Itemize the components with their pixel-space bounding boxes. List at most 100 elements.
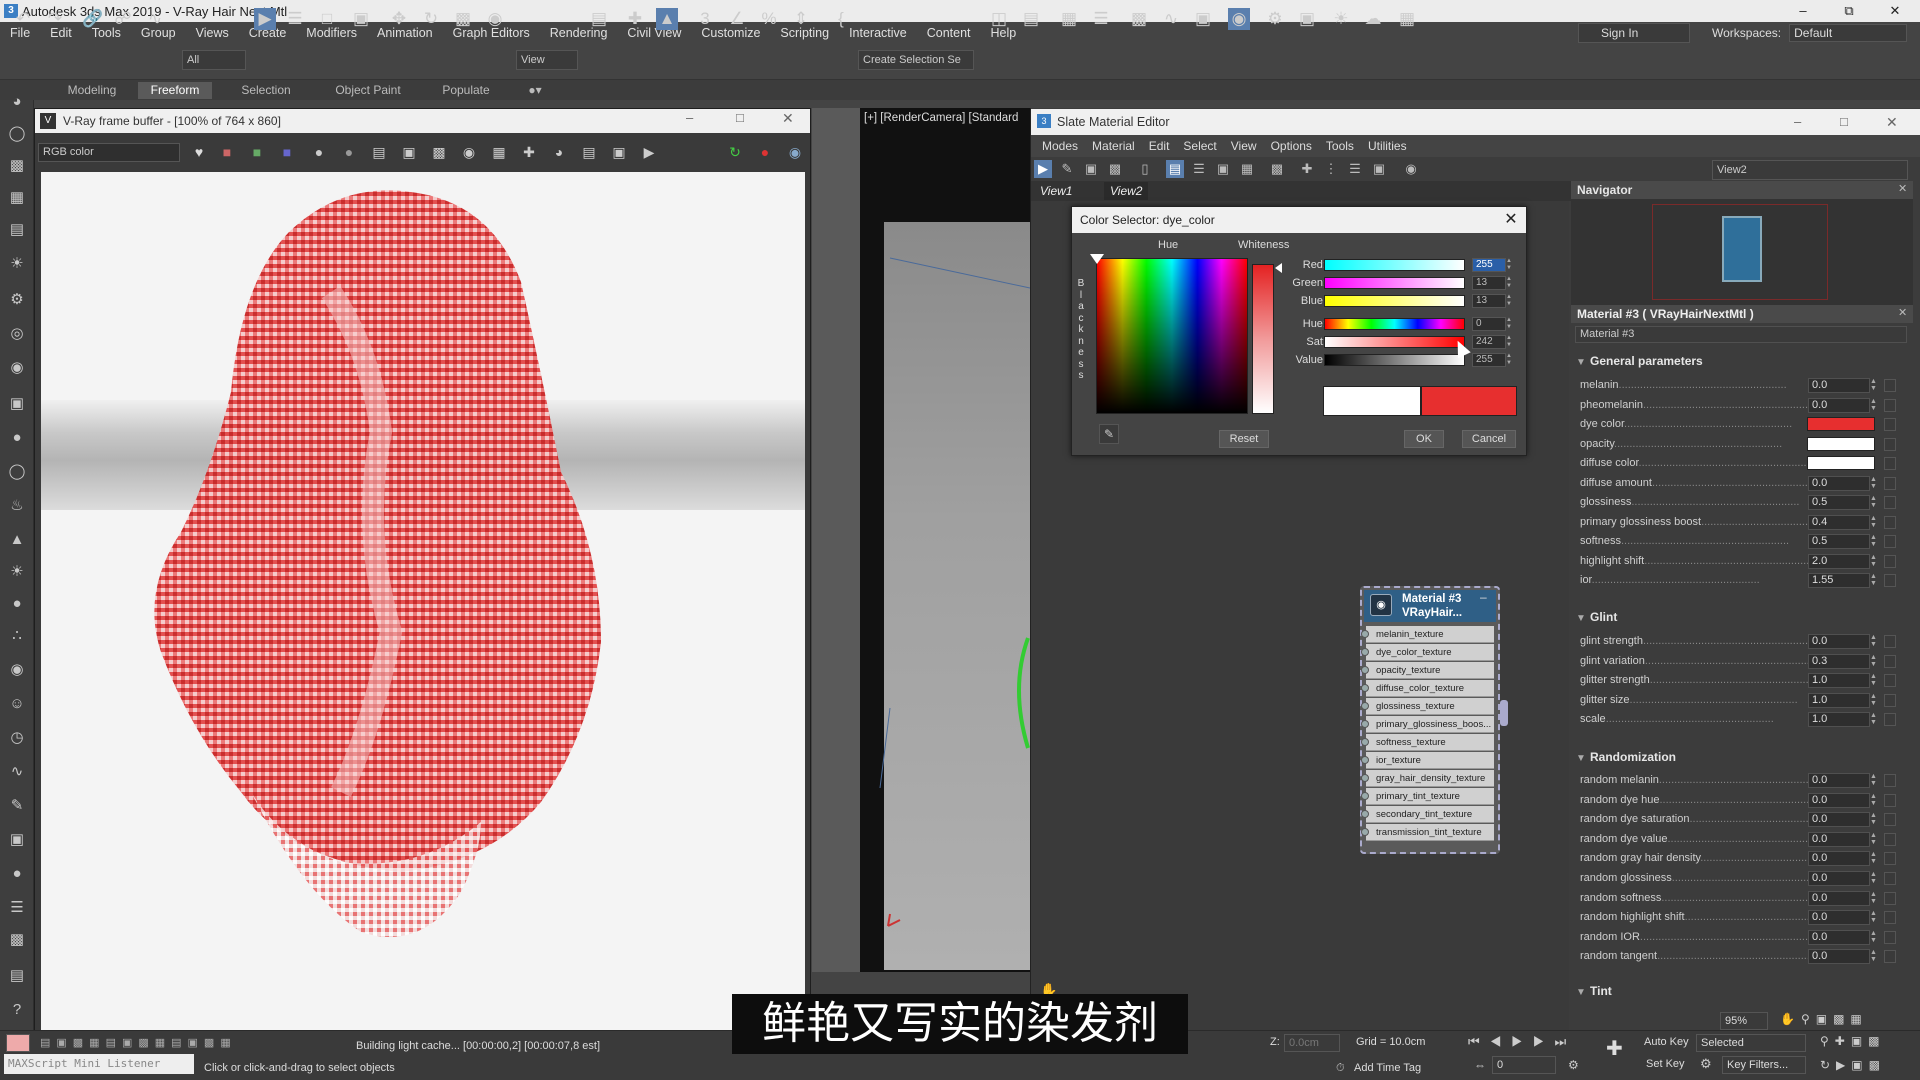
reset-button[interactable]: Reset xyxy=(1219,430,1269,448)
param-map-button[interactable] xyxy=(1884,813,1896,827)
node-collapse-icon[interactable]: – xyxy=(1480,590,1487,604)
vfb-copy-icon[interactable]: ▦ xyxy=(490,143,508,161)
restore-icon[interactable]: ⧉ xyxy=(1826,0,1872,22)
param-map-button[interactable] xyxy=(1884,793,1896,807)
named-selection-set-dropdown[interactable]: Create Selection Se xyxy=(858,50,974,70)
paint-icon[interactable]: ✎ xyxy=(7,796,27,816)
create-cameras-icon[interactable]: ▦ xyxy=(7,188,27,208)
auto-key-button[interactable]: Auto Key xyxy=(1644,1036,1689,1048)
param-map-button[interactable] xyxy=(1884,911,1896,925)
rotate-icon[interactable]: ↻ xyxy=(420,8,442,30)
vfb-close-icon[interactable]: ✕ xyxy=(782,110,794,127)
menu-views[interactable]: Views xyxy=(186,26,239,40)
param-spinner[interactable]: ▲ ▼ xyxy=(1870,398,1878,413)
vfb-ipr-icon[interactable]: ◉ xyxy=(786,143,804,161)
param-spinner[interactable]: ▲ ▼ xyxy=(1870,851,1878,866)
tab-view2[interactable]: View2 xyxy=(1104,182,1149,200)
param-map-button[interactable] xyxy=(1884,693,1896,707)
param-value-field[interactable]: 0.5 xyxy=(1808,534,1870,549)
value-spinner[interactable]: ▲ ▼ xyxy=(1506,353,1514,367)
menu-content[interactable]: Content xyxy=(917,26,981,40)
node-slot-softness_texture[interactable]: softness_texture xyxy=(1366,734,1494,751)
sme-assign-material-icon[interactable]: ▩ xyxy=(1106,160,1124,178)
param-value-field[interactable]: 0.0 xyxy=(1808,378,1870,393)
node-slot-socket[interactable] xyxy=(1361,630,1369,638)
param-spinner[interactable]: ▲ ▼ xyxy=(1870,634,1878,649)
hue-value-field[interactable]: 0 xyxy=(1472,317,1506,331)
red-slider[interactable] xyxy=(1324,259,1465,271)
utilities-icon[interactable]: ◯ xyxy=(7,462,27,482)
node-slot-opacity_texture[interactable]: opacity_texture xyxy=(1366,662,1494,679)
green-slider[interactable] xyxy=(1324,277,1465,289)
ribbon-toggle-icon[interactable]: ▩ xyxy=(1128,8,1150,30)
param-value-field[interactable]: 1.0 xyxy=(1808,712,1870,727)
spinner-snap-icon[interactable]: ⇕ xyxy=(790,8,812,30)
sme-layout-children-icon[interactable]: ✚ xyxy=(1298,160,1316,178)
redo-icon[interactable]: ↷ xyxy=(44,8,66,30)
param-spinner[interactable]: ▲ ▼ xyxy=(1870,495,1878,510)
node-slot-socket[interactable] xyxy=(1361,828,1369,836)
node-slot-primary_tint_texture[interactable]: primary_tint_texture xyxy=(1366,788,1494,805)
motion-icon[interactable]: ▣ xyxy=(7,394,27,414)
param-value-field[interactable]: 1.55 xyxy=(1808,573,1870,588)
create-lights-icon[interactable]: ▩ xyxy=(7,156,27,176)
param-map-button[interactable] xyxy=(1884,398,1896,412)
param-map-button[interactable] xyxy=(1884,476,1896,490)
value-value-field[interactable]: 255 xyxy=(1472,353,1506,367)
node-slot-diffuse_color_texture[interactable]: diffuse_color_texture xyxy=(1366,680,1494,697)
param-spinner[interactable]: ▲ ▼ xyxy=(1870,534,1878,549)
render-iterative-icon[interactable]: ☁ xyxy=(1362,8,1384,30)
param-spinner[interactable]: ▲ ▼ xyxy=(1870,654,1878,669)
ribbon-tab-object-paint[interactable]: Object Paint xyxy=(326,82,410,99)
display-icon[interactable]: ● xyxy=(7,428,27,448)
set-key-plus-icon[interactable]: ✚ xyxy=(1606,1036,1623,1061)
param-spinner[interactable]: ▲ ▼ xyxy=(1870,515,1878,530)
maxscript-listener-input[interactable]: MAXScript Mini Listener xyxy=(4,1054,194,1074)
vfb-minimize-icon[interactable]: – xyxy=(686,110,693,125)
param-spinner[interactable]: ▲ ▼ xyxy=(1870,693,1878,708)
vfb-red-channel-icon[interactable]: ■ xyxy=(218,143,236,161)
param-map-button[interactable] xyxy=(1884,554,1896,568)
ribbon-tab-modeling[interactable]: Modeling xyxy=(60,82,124,99)
move-icon[interactable]: ✥ xyxy=(388,8,410,30)
param-map-button[interactable] xyxy=(1884,515,1896,529)
param-spinner[interactable]: ▲ ▼ xyxy=(1870,871,1878,886)
param-spinner[interactable]: ▲ ▼ xyxy=(1870,554,1878,569)
sme-pick-material-icon[interactable]: ✎ xyxy=(1058,160,1076,178)
param-map-button[interactable] xyxy=(1884,574,1896,587)
render-in-cloud-icon[interactable]: ▦ xyxy=(1396,8,1418,30)
param-value-field[interactable]: 0.0 xyxy=(1808,634,1870,649)
sme-menu-material[interactable]: Material xyxy=(1085,139,1142,153)
param-value-field[interactable]: 0.5 xyxy=(1808,495,1870,510)
percent-snap-icon[interactable]: % xyxy=(758,8,780,30)
angle-snap-icon[interactable]: ∠ xyxy=(726,8,748,30)
node-slot-socket[interactable] xyxy=(1361,792,1369,800)
node-slot-socket[interactable] xyxy=(1361,702,1369,710)
param-value-field[interactable]: 0.0 xyxy=(1808,792,1870,808)
zoom-level-dropdown[interactable]: 95% xyxy=(1720,1012,1768,1030)
blue-spinner[interactable]: ▲ ▼ xyxy=(1506,294,1514,308)
sme-hide-slots-icon[interactable]: ☰ xyxy=(1190,160,1208,178)
curve-editor-icon[interactable]: ∿ xyxy=(1160,8,1182,30)
close-icon[interactable]: ✕ xyxy=(1872,0,1918,22)
globe-icon[interactable]: ◷ xyxy=(7,728,27,748)
vfb-render-icon[interactable]: ↻ xyxy=(726,143,744,161)
hue-spinner[interactable]: ▲ ▼ xyxy=(1506,317,1514,331)
space-warps-icon[interactable]: ☀ xyxy=(7,254,27,274)
viewport-nav-icons-2[interactable]: ↻▶▣▩ xyxy=(1820,1058,1886,1072)
param-spinner[interactable]: ▲ ▼ xyxy=(1870,673,1878,688)
sme-show-map-icon[interactable]: ▣ xyxy=(1214,160,1232,178)
param-spinner[interactable]: ▲ ▼ xyxy=(1870,378,1878,393)
node-slot-socket[interactable] xyxy=(1361,720,1369,728)
ribbon-options-icon[interactable]: ●▾ xyxy=(520,82,550,99)
node-slot-secondary_tint_texture[interactable]: secondary_tint_texture xyxy=(1366,806,1494,823)
workspaces-selector[interactable]: Workspaces: Default xyxy=(1712,23,1920,43)
set-key-button[interactable]: Set Key xyxy=(1646,1058,1685,1070)
ball-icon[interactable]: ● xyxy=(7,864,27,884)
vfb-save-icon[interactable]: ▤ xyxy=(370,143,388,161)
value-slider[interactable] xyxy=(1324,354,1465,366)
param-map-button[interactable] xyxy=(1884,713,1896,726)
sme-maximize-icon[interactable]: □ xyxy=(1840,114,1848,129)
help-icon[interactable]: ? xyxy=(7,1000,27,1020)
sme-minimize-icon[interactable]: – xyxy=(1794,114,1801,129)
